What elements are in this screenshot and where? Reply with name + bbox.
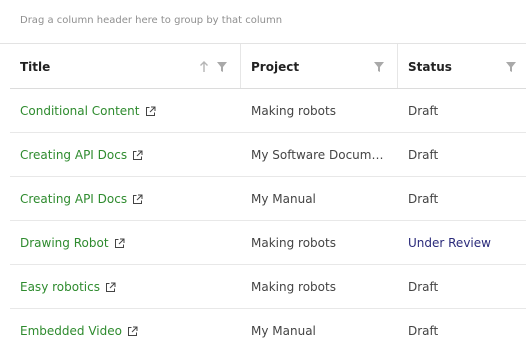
cell-project: My Manual [241,177,398,220]
filter-icon[interactable] [215,60,229,74]
table-row[interactable]: Drawing Robot Making robots Under Review [10,221,526,265]
cell-title: Creating API Docs [10,133,241,176]
cell-project: Making robots [241,89,398,132]
title-link[interactable]: Easy robotics [20,280,116,294]
title-text: Creating API Docs [20,192,128,206]
title-text: Creating API Docs [20,148,128,162]
external-link-icon[interactable] [145,106,156,117]
project-text: My Manual [251,192,316,206]
title-text: Easy robotics [20,280,100,294]
cell-status: Draft [398,177,526,220]
project-text: My Software Documentation [251,148,388,162]
cell-status: Draft [398,265,526,308]
project-text: Making robots [251,280,336,294]
title-text: Embedded Video [20,324,122,338]
external-link-icon[interactable] [114,238,125,249]
table-row[interactable]: Embedded Video My Manual Draft [10,309,526,345]
external-link-icon[interactable] [105,282,116,293]
status-text: Under Review [408,236,491,250]
status-text: Draft [408,324,439,338]
title-link[interactable]: Conditional Content [20,104,156,118]
column-header-status-label: Status [408,60,452,74]
title-link[interactable]: Drawing Robot [20,236,125,250]
cell-project: My Manual [241,309,398,345]
title-text: Conditional Content [20,104,140,118]
data-grid: Drag a column header here to group by th… [0,0,526,345]
arrow-up-icon[interactable] [197,60,211,74]
table-row[interactable]: Creating API Docs My Manual Draft [10,177,526,221]
cell-project: Making robots [241,221,398,264]
column-header-project-label: Project [251,60,300,74]
column-header-row: Title Project Status [10,44,526,89]
column-header-project[interactable]: Project [240,44,397,88]
cell-status: Draft [398,133,526,176]
cell-title: Embedded Video [10,309,241,345]
status-text: Draft [408,148,439,162]
title-link[interactable]: Embedded Video [20,324,138,338]
project-text: Making robots [251,104,336,118]
title-text: Drawing Robot [20,236,109,250]
filter-icon[interactable] [504,60,518,74]
table-row[interactable]: Easy robotics Making robots Draft [10,265,526,309]
status-text: Draft [408,104,439,118]
table-row[interactable]: Conditional Content Making robots Draft [10,89,526,133]
title-link[interactable]: Creating API Docs [20,148,143,162]
title-link[interactable]: Creating API Docs [20,192,143,206]
external-link-icon[interactable] [127,326,138,337]
cell-project: Making robots [241,265,398,308]
column-header-title[interactable]: Title [10,44,241,88]
project-text: Making robots [251,236,336,250]
cell-project: My Software Documentation [241,133,398,176]
cell-title: Conditional Content [10,89,241,132]
status-text: Draft [408,192,439,206]
cell-title: Drawing Robot [10,221,241,264]
external-link-icon[interactable] [132,194,143,205]
group-by-panel[interactable]: Drag a column header here to group by th… [0,0,526,44]
cell-title: Creating API Docs [10,177,241,220]
cell-title: Easy robotics [10,265,241,308]
column-header-status[interactable]: Status [397,44,526,88]
group-by-hint: Drag a column header here to group by th… [20,15,283,26]
cell-status: Draft [398,89,526,132]
project-text: My Manual [251,324,316,338]
cell-status: Draft [398,309,526,345]
column-header-title-label: Title [20,60,51,74]
cell-status: Under Review [398,221,526,264]
filter-icon[interactable] [372,60,386,74]
table-row[interactable]: Creating API Docs My Software Documentat… [10,133,526,177]
external-link-icon[interactable] [132,150,143,161]
status-text: Draft [408,280,439,294]
